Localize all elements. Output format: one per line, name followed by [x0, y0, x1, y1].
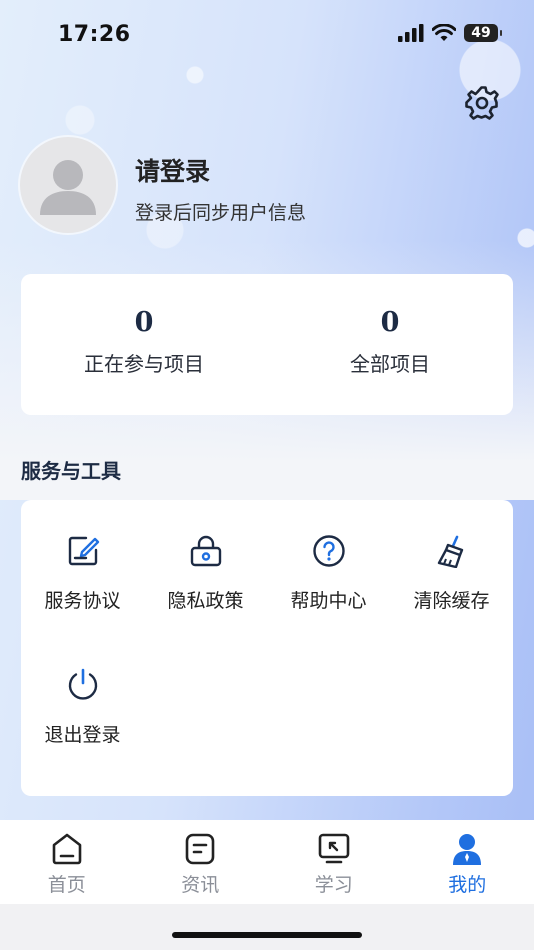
- home-indicator[interactable]: [172, 932, 362, 938]
- lock-icon: [190, 535, 221, 567]
- tab-label: 资讯: [181, 874, 220, 896]
- tool-label: 清除缓存: [413, 590, 490, 612]
- tab-home[interactable]: 首页: [0, 820, 134, 904]
- tool-label: 隐私政策: [167, 590, 244, 612]
- tab-label: 首页: [47, 874, 86, 896]
- user-icon: [453, 834, 482, 865]
- stats-card: 0 正在参与项目 0 全部项目: [21, 274, 513, 415]
- stat-all-projects[interactable]: 0 全部项目: [267, 274, 513, 415]
- stat-value: 0: [380, 307, 400, 338]
- power-icon: [68, 668, 97, 700]
- edit-document-icon: [68, 536, 99, 566]
- wifi-icon: [432, 24, 456, 41]
- study-icon: [318, 833, 350, 864]
- stat-label: 正在参与项目: [84, 352, 204, 376]
- status-icons: 49: [398, 24, 502, 42]
- tool-label: 服务协议: [44, 590, 121, 612]
- stat-active-projects[interactable]: 0 正在参与项目: [21, 274, 267, 415]
- login-title[interactable]: 请登录: [135, 152, 210, 188]
- broom-icon: [437, 535, 463, 568]
- tool-logout[interactable]: 退出登录: [21, 634, 144, 754]
- gear-icon: [465, 86, 499, 120]
- stat-value: 0: [134, 307, 154, 338]
- tab-label: 学习: [314, 874, 353, 896]
- settings-button[interactable]: [463, 84, 501, 122]
- login-subtitle: 登录后同步用户信息: [135, 202, 307, 224]
- tab-study[interactable]: 学习: [267, 820, 401, 904]
- tool-help-center[interactable]: 帮助中心: [267, 500, 390, 620]
- tools-card: 服务协议 隐私政策 帮助中心 清除缓存 退出登录: [21, 500, 513, 796]
- avatar[interactable]: [20, 137, 116, 233]
- tab-bar: 首页 资讯 学习 我的: [0, 820, 534, 904]
- tool-privacy-policy[interactable]: 隐私政策: [144, 500, 267, 620]
- status-time: 17:26: [58, 22, 131, 47]
- section-title: 服务与工具: [21, 459, 121, 483]
- news-icon: [185, 833, 215, 865]
- tab-label: 我的: [448, 874, 487, 896]
- tab-news[interactable]: 资讯: [134, 820, 268, 904]
- tab-mine[interactable]: 我的: [401, 820, 534, 904]
- stat-label: 全部项目: [350, 352, 430, 376]
- tool-clear-cache[interactable]: 清除缓存: [390, 500, 513, 620]
- signal-icon: [398, 24, 424, 42]
- home-icon: [52, 833, 82, 865]
- status-bar: 17:26 49: [0, 0, 534, 70]
- default-avatar-icon: [40, 160, 96, 215]
- tool-service-agreement[interactable]: 服务协议: [21, 500, 144, 620]
- battery-icon: 49: [464, 24, 502, 42]
- tool-label: 退出登录: [44, 724, 121, 746]
- help-icon: [312, 535, 345, 567]
- tool-label: 帮助中心: [290, 590, 367, 612]
- home-indicator-area: [0, 904, 534, 950]
